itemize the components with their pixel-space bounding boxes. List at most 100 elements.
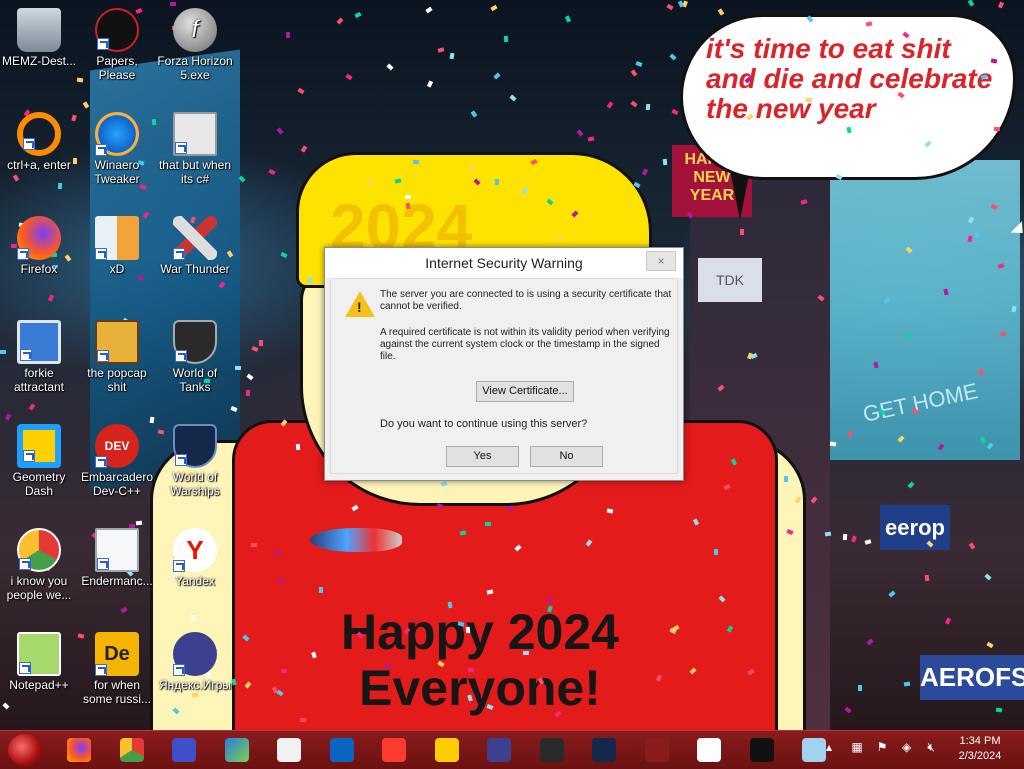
confetti-piece xyxy=(924,574,930,582)
taskbar-app-7zip[interactable] xyxy=(272,734,306,766)
taskbar-app-settings[interactable] xyxy=(167,734,201,766)
confetti-piece xyxy=(494,178,500,186)
confetti-piece xyxy=(336,17,344,25)
desktop-icon-label: World of Warships xyxy=(170,470,220,498)
taskbar-app-task-manager[interactable] xyxy=(220,734,254,766)
yes-button[interactable]: Yes xyxy=(446,446,519,467)
desktop-icon-world-of-warships[interactable]: World of Warships xyxy=(156,424,234,498)
desktop-icon-notepad-plus-plus[interactable]: Notepad++ xyxy=(0,632,78,692)
notepad-icon xyxy=(802,738,826,762)
confetti-piece xyxy=(12,174,20,182)
confetti-piece xyxy=(276,127,284,135)
war-thunder-icon xyxy=(173,216,217,260)
taskbar-app-command-prompt[interactable] xyxy=(745,734,779,766)
confetti-piece xyxy=(630,69,638,77)
confetti-piece xyxy=(974,231,980,239)
taskbar-app-firefox[interactable] xyxy=(62,734,96,766)
yandex-browser-icon xyxy=(382,738,406,762)
desktop-icon-chrome[interactable]: i know you people we... xyxy=(0,528,78,602)
chevron-up-icon[interactable]: ▴ xyxy=(826,740,840,754)
confetti-piece xyxy=(866,638,874,646)
confetti-piece xyxy=(824,531,832,537)
desktop-icon-papers-please[interactable]: Papers, Please xyxy=(78,8,156,82)
desktop-icon-label: Forza Horizon 5.exe xyxy=(157,54,233,82)
close-button[interactable]: × xyxy=(646,251,676,271)
bubble-line-1: it's time to eat shit xyxy=(706,33,951,64)
world-of-tanks-icon xyxy=(173,320,217,364)
desktop-icon-label: ctrl+a, enter xyxy=(7,158,71,172)
desktop-icon-geometry-dash[interactable]: Geometry Dash xyxy=(0,424,78,498)
no-button[interactable]: No xyxy=(530,446,603,467)
taskbar-app-outlook[interactable] xyxy=(325,734,359,766)
confetti-piece xyxy=(968,542,976,550)
confetti-piece xyxy=(120,606,128,614)
confetti-piece xyxy=(169,1,177,7)
confetti-piece xyxy=(851,535,857,543)
taskbar-app-gamepad[interactable] xyxy=(482,734,516,766)
settings-monitor-icon xyxy=(17,320,61,364)
desktop-icon-forkie-attractant[interactable]: forkie attractant xyxy=(0,320,78,394)
taskbar-app-chrome[interactable] xyxy=(115,734,149,766)
taskbar-app-war-thunder[interactable] xyxy=(640,734,674,766)
desktop-icon-forza[interactable]: f Forza Horizon 5.exe xyxy=(156,8,234,82)
confetti-piece xyxy=(295,443,301,451)
network-icon[interactable]: ▦ xyxy=(851,740,865,754)
confetti-piece xyxy=(285,31,291,39)
desktop-icon-memz[interactable]: MEMZ-Dest... xyxy=(0,8,78,68)
desktop-icon-that-but-when-its-c[interactable]: that but when its c# xyxy=(156,112,234,186)
desktop-icon-dev-cpp[interactable]: DEV Embarcadero Dev-C++ xyxy=(78,424,156,498)
dialog-message-1: The server you are connected to is using… xyxy=(380,289,672,312)
desktop-icon-label: Notepad++ xyxy=(9,678,69,692)
confetti-piece xyxy=(345,73,353,81)
desktop-icon-popcap[interactable]: the popcap shit xyxy=(78,320,156,394)
desktop-icon-firefox[interactable]: Firefox xyxy=(0,216,78,276)
taskbar-app-yandex[interactable] xyxy=(692,734,726,766)
confetti-piece xyxy=(669,53,677,61)
confetti-piece xyxy=(437,47,445,53)
flag-icon[interactable]: ⚑ xyxy=(877,740,891,754)
desktop-icon-yandex[interactable]: Y Yandex xyxy=(156,528,234,588)
confetti-piece xyxy=(829,441,837,447)
confetti-piece xyxy=(493,72,501,80)
desktop-icon-label: MEMZ-Dest... xyxy=(2,54,76,68)
desktop-icon-label: for when some russi... xyxy=(82,678,151,706)
clock-date: 2/3/2024 xyxy=(958,750,1002,762)
desktop-icon-ctrl-a-enter[interactable]: ctrl+a, enter xyxy=(0,112,78,172)
volume-icon[interactable]: 🔇︎ xyxy=(927,740,941,754)
desktop-icon-de[interactable]: De for when some russi... xyxy=(78,632,156,706)
desktop-icon-label: i know you people we... xyxy=(6,574,72,602)
view-certificate-button[interactable]: View Certificate... xyxy=(476,381,574,402)
desktop-icon-winaero-tweaker[interactable]: Winaero Tweaker xyxy=(78,112,156,186)
desktop-icon-war-thunder[interactable]: War Thunder xyxy=(156,216,234,276)
desktop-icon-world-of-tanks[interactable]: World of Tanks xyxy=(156,320,234,394)
europe-sign: eerop xyxy=(880,505,950,550)
desktop-icon-endermanch[interactable]: Endermanc... xyxy=(78,528,156,588)
wifi-icon[interactable]: ◈ xyxy=(902,740,916,754)
stack-icon xyxy=(173,112,217,156)
bubble-line-3: the new year xyxy=(706,93,876,124)
confetti-piece xyxy=(995,707,1003,713)
warning-exclamation-icon: ! xyxy=(357,299,362,315)
desktop-icon-xd[interactable]: xD xyxy=(78,216,156,276)
confetti-piece xyxy=(190,614,196,622)
confetti-piece xyxy=(268,168,276,176)
popcap-icon xyxy=(95,320,139,364)
taskbar-app-yandex-browser[interactable] xyxy=(377,734,411,766)
taskbar-app-world-of-warships[interactable] xyxy=(587,734,621,766)
document-icon xyxy=(95,528,139,572)
clock[interactable]: 1:34 PM 2/3/2024 xyxy=(950,734,1010,764)
desktop-icon-label: Papers, Please xyxy=(96,54,138,82)
desktop-icon-yandex-games[interactable]: Яндекс.Игры xyxy=(156,632,234,692)
taskbar-app-yandex-music[interactable] xyxy=(430,734,464,766)
firefox-icon xyxy=(17,216,61,260)
confetti-piece xyxy=(426,80,434,88)
start-button[interactable] xyxy=(8,734,42,766)
taskbar-app-world-of-tanks[interactable] xyxy=(535,734,569,766)
settings-icon xyxy=(172,738,196,762)
confetti-piece xyxy=(246,373,254,381)
world-of-tanks-icon xyxy=(539,738,564,762)
confetti-piece xyxy=(944,617,952,625)
dialog-title-bar[interactable]: Internet Security Warning × xyxy=(325,248,683,278)
confetti-piece xyxy=(4,413,12,421)
de-icon: De xyxy=(95,632,139,676)
